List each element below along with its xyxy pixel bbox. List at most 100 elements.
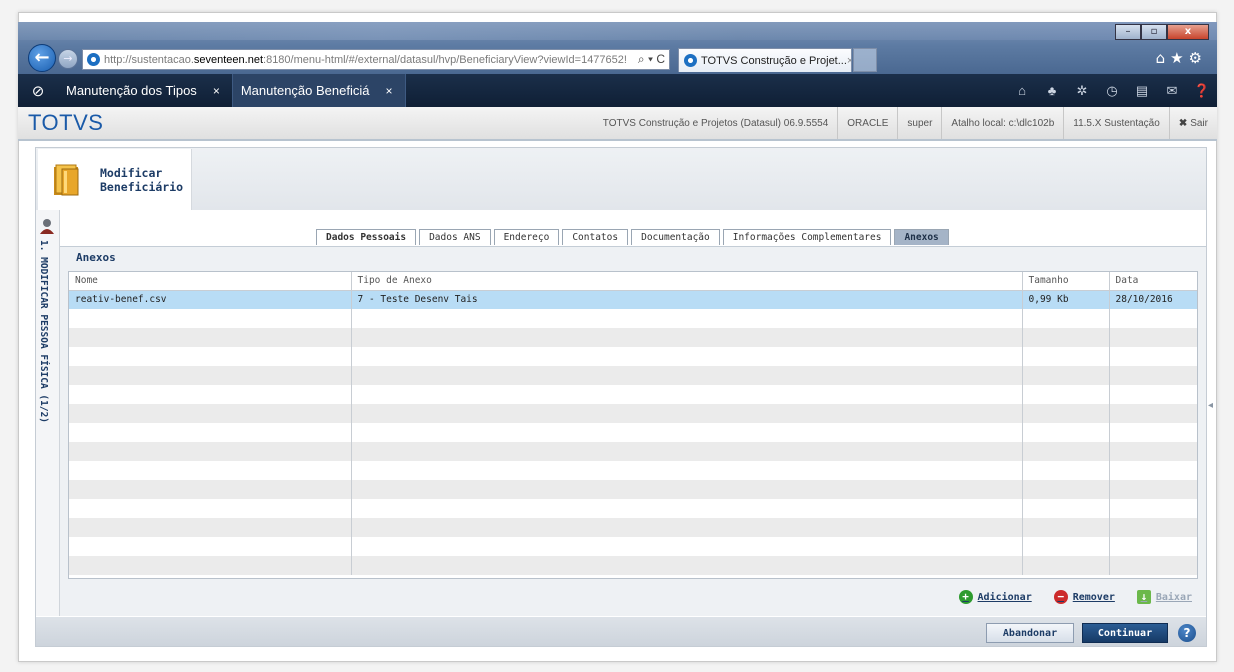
empty-cell xyxy=(69,480,352,499)
minimize-button[interactable]: – xyxy=(1115,24,1141,40)
user-info: super xyxy=(897,107,941,139)
empty-cell xyxy=(351,423,1023,442)
empty-cell xyxy=(69,404,352,423)
logout-button[interactable]: ✖ Sair xyxy=(1168,107,1217,139)
column-header-tipo[interactable]: Tipo de Anexo xyxy=(351,272,1023,291)
tab-anexos[interactable]: Anexos xyxy=(894,229,949,245)
table-header-row: Nome Tipo de Anexo Tamanho Data xyxy=(69,272,1197,291)
download-button[interactable]: ↓ Baixar xyxy=(1136,590,1192,604)
browser-titlebar: – ▫ x ← → http://sustentacao. seventeen.n… xyxy=(18,22,1217,74)
empty-cell xyxy=(1109,309,1197,328)
wizard-step-sidebar[interactable]: 1. MODIFICAR PESSOA FÍSICA (1/2) xyxy=(36,210,60,616)
anexos-section: Anexos Nome Tipo de Anexo Tamanho Data r… xyxy=(60,246,1206,616)
remove-button[interactable]: − Remover xyxy=(1053,590,1115,604)
empty-cell xyxy=(1022,442,1110,461)
settings-icon[interactable]: ✲ xyxy=(1067,74,1097,107)
close-icon[interactable]: × xyxy=(385,84,392,98)
empty-cell xyxy=(1022,537,1110,556)
tab-endereco[interactable]: Endereço xyxy=(493,229,560,245)
empty-cell xyxy=(69,366,352,385)
app-logo-icon[interactable]: ⊘ xyxy=(18,74,58,107)
tab-favicon-icon xyxy=(684,54,697,67)
close-icon[interactable]: × xyxy=(213,84,220,98)
forward-button[interactable]: → xyxy=(58,49,78,69)
empty-cell xyxy=(1109,480,1197,499)
hierarchy-icon[interactable]: ♣ xyxy=(1037,74,1067,107)
maximize-button[interactable]: ▫ xyxy=(1141,24,1167,40)
empty-cell xyxy=(69,556,352,575)
abandon-button[interactable]: Abandonar xyxy=(986,623,1074,643)
help-icon[interactable]: ❓ xyxy=(1187,74,1217,107)
search-refresh-icon[interactable]: ⌕ ▾ C xyxy=(633,52,669,67)
empty-cell xyxy=(1109,366,1197,385)
empty-cell xyxy=(351,537,1023,556)
empty-cell xyxy=(1109,556,1197,575)
mail-icon[interactable]: ✉ xyxy=(1157,74,1187,107)
column-header-data[interactable]: Data xyxy=(1109,272,1197,291)
page-title-tile: Modificar Beneficiário xyxy=(38,149,192,210)
totvs-logo: TOTVS xyxy=(28,110,104,135)
ie-logo-icon xyxy=(87,53,100,66)
person-icon xyxy=(40,219,54,234)
window-controls: – ▫ x xyxy=(1115,24,1209,40)
empty-cell xyxy=(69,309,352,328)
table-row-empty xyxy=(69,556,1197,575)
empty-cell xyxy=(1022,499,1110,518)
download-icon: ↓ xyxy=(1136,590,1151,604)
back-button[interactable]: ← xyxy=(28,44,56,72)
tab-documentacao[interactable]: Documentação xyxy=(631,229,720,245)
tab-manutencao-beneficiario[interactable]: Manutenção Beneficiá × xyxy=(231,74,406,107)
address-bar[interactable]: http://sustentacao. seventeen.net:8180/me… xyxy=(82,49,670,70)
table-row-empty xyxy=(69,328,1197,347)
table-row-empty xyxy=(69,499,1197,518)
home-icon[interactable]: ⌂ xyxy=(1007,74,1037,107)
empty-cell xyxy=(1022,461,1110,480)
empty-cell xyxy=(1022,347,1110,366)
attachments-table: Nome Tipo de Anexo Tamanho Data reativ-b… xyxy=(68,271,1198,579)
shortcut-info: Atalho local: c:\dlc102b xyxy=(941,107,1063,139)
new-tab-button[interactable] xyxy=(853,48,877,72)
favorites-star-icon[interactable]: ★ xyxy=(1170,49,1188,67)
cell-tipo: 7 - Teste Desenv Tais xyxy=(351,290,1023,309)
empty-cell xyxy=(69,518,352,537)
collapse-handle-icon[interactable]: ◂ xyxy=(1208,400,1216,414)
grid-actions: + Adicionar − Remover ↓ Baixar xyxy=(937,590,1192,604)
table-row-empty xyxy=(69,461,1197,480)
column-header-tamanho[interactable]: Tamanho xyxy=(1022,272,1110,291)
empty-cell xyxy=(1109,328,1197,347)
close-window-button[interactable]: x xyxy=(1167,24,1209,40)
database-info: ORACLE xyxy=(837,107,897,139)
empty-cell xyxy=(69,328,352,347)
tab-dados-pessoais[interactable]: Dados Pessoais xyxy=(316,229,417,245)
column-header-nome[interactable]: Nome xyxy=(69,272,352,291)
empty-cell xyxy=(351,461,1023,480)
section-title: Anexos xyxy=(76,251,116,264)
empty-cell xyxy=(351,328,1023,347)
empty-cell xyxy=(351,556,1023,575)
tab-manutencao-tipos[interactable]: Manutenção dos Tipos × xyxy=(58,74,232,107)
empty-cell xyxy=(1109,518,1197,537)
clock-icon[interactable]: ◷ xyxy=(1097,74,1127,107)
table-row-empty xyxy=(69,518,1197,537)
empty-cell xyxy=(351,347,1023,366)
empty-cell xyxy=(1109,442,1197,461)
plus-icon: + xyxy=(958,590,973,604)
continue-button[interactable]: Continuar xyxy=(1082,623,1168,643)
empty-cell xyxy=(1109,537,1197,556)
tab-informacoes-complementares[interactable]: Informações Complementares xyxy=(722,229,892,245)
browser-tab[interactable]: TOTVS Construção e Projet... × xyxy=(678,48,852,72)
tab-contatos[interactable]: Contatos xyxy=(562,229,629,245)
close-tab-icon[interactable]: × xyxy=(847,55,851,67)
home-icon[interactable]: ⌂ xyxy=(1156,49,1171,67)
settings-gear-icon[interactable]: ⚙ xyxy=(1189,49,1207,67)
help-icon[interactable]: ? xyxy=(1178,624,1196,642)
empty-cell xyxy=(351,442,1023,461)
close-icon: ✖ xyxy=(1178,117,1188,129)
table-row[interactable]: reativ-benef.csv 7 - Teste Desenv Tais 0… xyxy=(69,290,1197,309)
document-icon[interactable]: ▤ xyxy=(1127,74,1157,107)
totvs-header: TOTVS TOTVS Construção e Projetos (Datas… xyxy=(18,107,1217,141)
form-tabs: Dados Pessoais Dados ANS Endereço Contat… xyxy=(316,229,952,245)
add-button[interactable]: + Adicionar xyxy=(958,590,1032,604)
empty-cell xyxy=(1022,423,1110,442)
tab-dados-ans[interactable]: Dados ANS xyxy=(419,229,491,245)
